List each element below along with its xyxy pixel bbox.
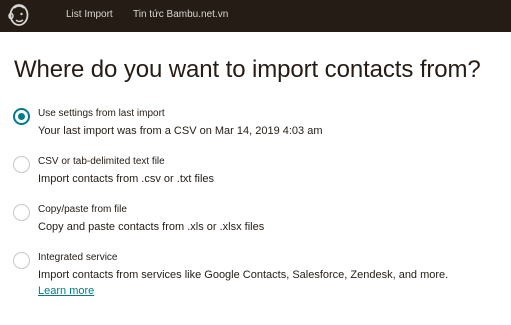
option-description-text: Import contacts from services like Googl… xyxy=(38,269,449,281)
learn-more-link[interactable]: Learn more xyxy=(38,285,94,297)
option-description: Import contacts from .csv or .txt files xyxy=(38,173,215,185)
option-description: Your last import was from a CSV on Mar 1… xyxy=(38,125,323,137)
freddie-logo-icon[interactable] xyxy=(8,3,30,27)
radio-copy-paste[interactable] xyxy=(13,204,30,221)
option-label: CSV or tab-delimited text file xyxy=(38,156,165,167)
radio-integrated-service[interactable] xyxy=(13,252,30,269)
radio-csv-file[interactable] xyxy=(13,156,30,173)
option-description: Import contacts from services like Googl… xyxy=(38,267,458,299)
page-title: Where do you want to import contacts fro… xyxy=(14,56,481,83)
top-navigation-bar: List Import Tin tức Bambu.net.vn xyxy=(0,0,511,32)
option-label: Copy/paste from file xyxy=(38,204,127,215)
nav-link-bambu-news[interactable]: Tin tức Bambu.net.vn xyxy=(133,9,228,20)
option-description: Copy and paste contacts from .xls or .xl… xyxy=(38,221,265,233)
radio-selected-dot xyxy=(18,113,25,120)
radio-last-import[interactable] xyxy=(13,108,30,125)
option-label: Use settings from last import xyxy=(38,108,165,119)
nav-link-list-import[interactable]: List Import xyxy=(66,9,113,20)
option-label: Integrated service xyxy=(38,252,118,263)
